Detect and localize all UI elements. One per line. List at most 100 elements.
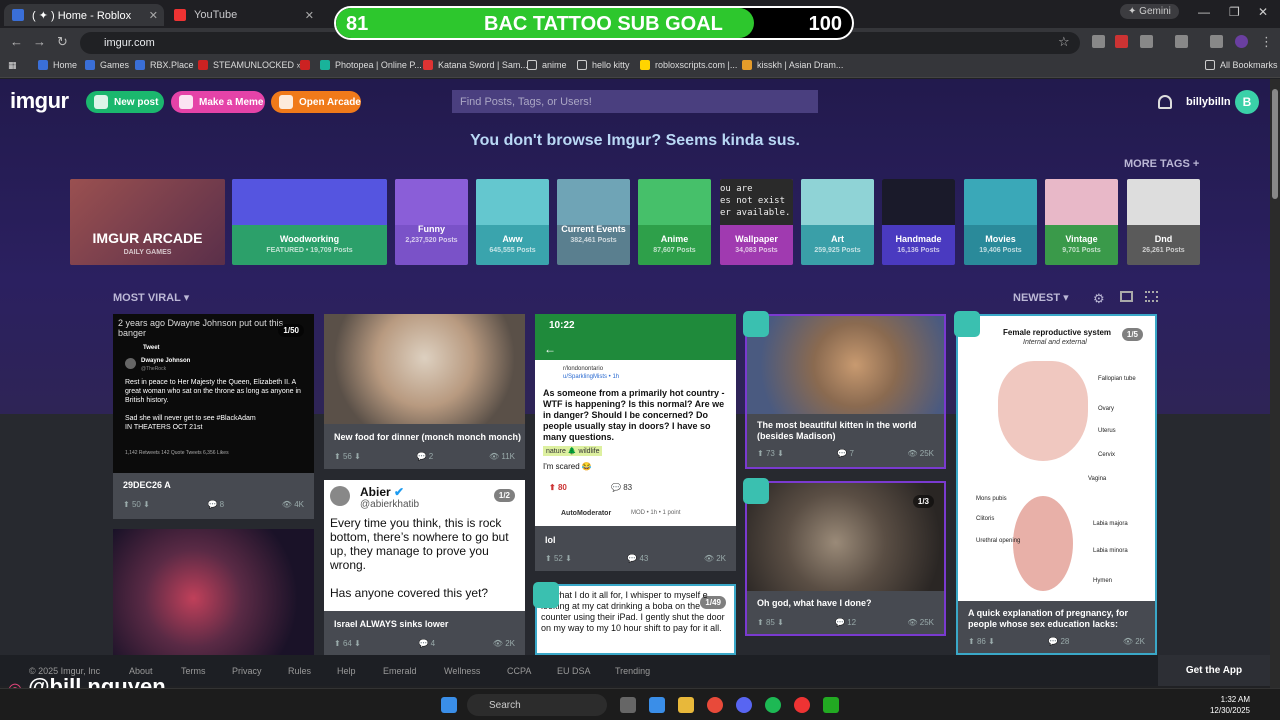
tag-wallpaper[interactable]: ou are es not exist er available. Wallpa…	[720, 179, 793, 265]
diagram-label: Mons pubis	[976, 496, 1007, 502]
get-app-button[interactable]: Get the App	[1158, 655, 1270, 686]
bookmark-rbxplace[interactable]: RBX.Place	[135, 60, 194, 70]
tag-anime[interactable]: Anime 87,607 Posts	[638, 179, 711, 265]
bookmark-robloxscripts[interactable]: robloxscripts.com |...	[640, 60, 737, 70]
media-icon[interactable]	[1210, 35, 1223, 48]
bookmark-katana[interactable]: Katana Sword | Sam...	[423, 60, 528, 70]
gemini-button[interactable]: ✦ Gemini	[1120, 4, 1179, 19]
username[interactable]: billybilln	[1186, 96, 1231, 108]
extension-icon[interactable]	[1092, 35, 1105, 48]
tab-search-icon[interactable]	[1175, 35, 1188, 48]
apps-icon[interactable]: ▦	[8, 60, 17, 71]
menu-icon[interactable]: ⋮	[1260, 34, 1273, 50]
profile-avatar-icon[interactable]	[1235, 35, 1248, 48]
maximize-icon[interactable]: ❐	[1229, 5, 1240, 19]
post-card[interactable]: 1/3 Oh god, what have I done? ⬆ 85 ⬇ 💬 12…	[745, 481, 946, 636]
automod-name: AutoModerator	[561, 510, 612, 517]
post-card[interactable]: New food for dinner (monch monch monch) …	[324, 314, 525, 469]
puzzle-icon[interactable]	[1140, 35, 1153, 48]
bookmark-games[interactable]: Games	[85, 60, 129, 70]
award-icon	[743, 311, 769, 337]
make-meme-button[interactable]: Make a Meme	[171, 91, 265, 113]
footer-link-eu-dsa[interactable]: EU DSA	[557, 666, 591, 676]
tag-handmade[interactable]: Handmade 16,136 Posts	[882, 179, 955, 265]
list-view-icon[interactable]	[1120, 291, 1133, 302]
page-scrollbar[interactable]	[1270, 79, 1280, 688]
discord-icon[interactable]	[736, 697, 752, 713]
avatar[interactable]: B	[1235, 90, 1259, 114]
taskbar-search[interactable]: Search	[467, 694, 607, 716]
notification-bell-icon[interactable]	[1158, 95, 1172, 109]
newest-dropdown[interactable]: NEWEST ▾	[1013, 291, 1069, 304]
diagram-label: Ovary	[1098, 406, 1115, 412]
taskbar-clock[interactable]: 1:32 AM 12/30/2025	[1210, 694, 1250, 716]
chrome-icon[interactable]	[707, 697, 723, 713]
post-card[interactable]: Abier ✔ @abierkhatib 1/2 Every time you …	[324, 480, 525, 655]
tag-art[interactable]: Art 259,925 Posts	[801, 179, 874, 265]
opera-icon[interactable]	[794, 697, 810, 713]
minimize-icon[interactable]: —	[1198, 5, 1210, 19]
all-bookmarks[interactable]: All Bookmarks	[1205, 60, 1278, 70]
post-card[interactable]: 2 years ago Dwayne Johnson put out this …	[113, 314, 314, 519]
diagram-label: Clitoris	[976, 516, 995, 522]
close-tab-icon[interactable]: ✕	[305, 9, 314, 22]
search-input[interactable]: Find Posts, Tags, or Users!	[452, 90, 818, 113]
footer-link-wellness[interactable]: Wellness	[444, 666, 480, 676]
post-title: 29DEC26 A	[123, 480, 171, 490]
tag-imgur-arcade[interactable]: IMGUR ARCADE DAILY GAMES	[70, 179, 225, 265]
new-post-button[interactable]: New post	[86, 91, 164, 113]
post-card[interactable]	[113, 529, 314, 655]
close-tab-icon[interactable]: ✕	[149, 9, 158, 22]
open-arcade-button[interactable]: Open Arcade	[271, 91, 361, 113]
reload-icon[interactable]: ↻	[57, 34, 68, 50]
most-viral-dropdown[interactable]: MOST VIRAL ▾	[113, 291, 189, 304]
star-icon[interactable]: ☆	[1058, 34, 1070, 50]
bookmark-red[interactable]	[300, 60, 315, 70]
footer-link-ccpa[interactable]: CCPA	[507, 666, 531, 676]
bookmark-steamunlocked[interactable]: STEAMUNLOCKED »...	[198, 60, 309, 70]
post-card[interactable]: es what I do it all for, I whisper to my…	[535, 584, 736, 655]
reddit-text: As someone from a primarily hot country …	[543, 388, 725, 442]
taskbar-app-icon[interactable]	[620, 697, 636, 713]
tag-aww[interactable]: Aww 645,555 Posts	[476, 179, 549, 265]
more-tags-link[interactable]: MORE TAGS +	[1124, 158, 1199, 170]
bookmark-photopea[interactable]: Photopea | Online P...	[320, 60, 422, 70]
tag-vintage[interactable]: Vintage 9,701 Posts	[1045, 179, 1118, 265]
tag-funny[interactable]: Funny 2,237,520 Posts	[395, 179, 468, 265]
bookmark-anime[interactable]: anime	[527, 60, 567, 70]
footer-link-trending[interactable]: Trending	[615, 666, 650, 676]
bookmark-kisskh[interactable]: kisskh | Asian Dram...	[742, 60, 843, 70]
forward-icon[interactable]: →	[33, 34, 46, 49]
bookmark-home[interactable]: Home	[38, 60, 77, 70]
back-icon[interactable]: ←	[10, 34, 23, 49]
tag-woodworking[interactable]: Woodworking FEATURED • 19,709 Posts	[232, 179, 387, 265]
tweet-label: Tweet	[143, 345, 160, 351]
footer-link-rules[interactable]: Rules	[288, 666, 311, 676]
footer-link-privacy[interactable]: Privacy	[232, 666, 262, 676]
award-icon	[533, 582, 559, 608]
filter-icon[interactable]: ⚙	[1093, 291, 1105, 307]
spotify-icon[interactable]	[765, 697, 781, 713]
post-card[interactable]: The most beautiful kitten in the world (…	[745, 314, 946, 469]
grid-view-icon[interactable]	[1145, 291, 1158, 302]
imgur-logo[interactable]: imgur	[10, 88, 69, 114]
file-explorer-icon[interactable]	[678, 697, 694, 713]
post-card[interactable]: Female reproductive system Internal and …	[956, 314, 1157, 655]
tab-youtube[interactable]: YouTube ✕	[166, 4, 320, 26]
tag-movies[interactable]: Movies 19,406 Posts	[964, 179, 1037, 265]
bookmark-hello-kitty[interactable]: hello kitty	[577, 60, 630, 70]
footer-link-help[interactable]: Help	[337, 666, 356, 676]
extension-icon[interactable]	[1115, 35, 1128, 48]
tag-current-events[interactable]: Current Events 382,461 Posts	[557, 179, 630, 265]
taskbar-app-icon[interactable]	[649, 697, 665, 713]
window-close-icon[interactable]: ✕	[1258, 5, 1268, 19]
windows-start-icon[interactable]	[441, 697, 457, 713]
footer-link-emerald[interactable]: Emerald	[383, 666, 417, 676]
reddit-user: u/SparklingMists • 1h	[563, 374, 620, 380]
tab-roblox[interactable]: ( ✦ ) Home - Roblox ✕	[4, 4, 164, 26]
post-card[interactable]: 10:22 ← r/londonontario u/SparklingMists…	[535, 314, 736, 571]
footer-link-terms[interactable]: Terms	[181, 666, 206, 676]
goal-current: 81	[346, 13, 369, 35]
tag-dnd[interactable]: Dnd 26,261 Posts	[1127, 179, 1200, 265]
taskbar-app-icon[interactable]	[823, 697, 839, 713]
